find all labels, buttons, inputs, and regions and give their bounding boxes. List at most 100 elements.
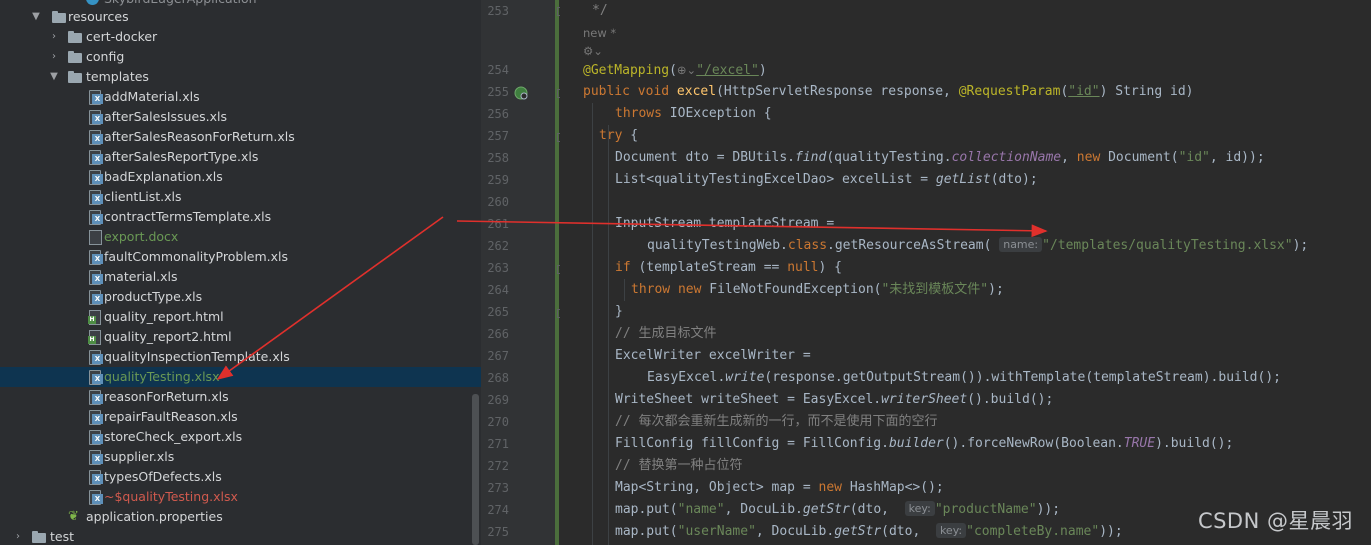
line-number: 269	[487, 393, 509, 407]
tree-item-cert-docker[interactable]: › cert-docker	[0, 27, 481, 47]
excel-file-icon: X	[88, 410, 103, 425]
tree-item-file[interactable]: X afterSalesIssues.xls	[0, 107, 481, 127]
excel-file-icon: X	[88, 490, 103, 505]
tree-item-file[interactable]: X afterSalesReasonForReturn.xls	[0, 127, 481, 147]
code-line[interactable]: // 生成目标文件	[615, 323, 716, 345]
indent-guide	[592, 103, 593, 545]
code-line[interactable]: public void excel(HttpServletResponse re…	[583, 81, 1194, 103]
chevron-right-icon[interactable]: ›	[48, 47, 60, 67]
tree-item-file[interactable]: X supplier.xls	[0, 447, 481, 467]
code-line[interactable]: throws IOException {	[615, 103, 772, 125]
excel-file-icon: X	[88, 290, 103, 305]
tree-item-file[interactable]: X typesOfDefects.xls	[0, 467, 481, 487]
tree-item-file[interactable]: X repairFaultReason.xls	[0, 407, 481, 427]
excel-file-icon: X	[88, 270, 103, 285]
code-line[interactable]: map.put("name", DocuLib.getStr(dto, key:…	[615, 499, 1060, 521]
chevron-down-icon[interactable]: ▼	[48, 67, 60, 87]
tree-item-templates[interactable]: ▼ templates	[0, 67, 481, 87]
code-line[interactable]: Document dto = DBUtils.find(qualityTesti…	[615, 147, 1265, 169]
code-line[interactable]: try {	[599, 125, 638, 147]
tree-item-file[interactable]: X contractTermsTemplate.xls	[0, 207, 481, 227]
code-line[interactable]: ExcelWriter excelWriter =	[615, 345, 811, 367]
excel-file-icon: X	[88, 130, 103, 145]
tree-item-file-selected[interactable]: X qualityTesting.xlsx	[0, 367, 481, 387]
excel-file-icon: X	[88, 110, 103, 125]
line-number: 256	[487, 107, 509, 121]
tree-item-file[interactable]: X afterSalesReportType.xls	[0, 147, 481, 167]
tree-item-file[interactable]: H quality_report.html	[0, 307, 481, 327]
tree-item-file[interactable]: export.docx	[0, 227, 481, 247]
tree-item-file[interactable]: X material.xls	[0, 267, 481, 287]
chevron-right-icon[interactable]: ›	[12, 527, 24, 545]
tree-item-file[interactable]: X productType.xls	[0, 287, 481, 307]
folder-icon	[68, 70, 82, 84]
folder-icon	[52, 10, 66, 24]
excel-file-icon: X	[88, 370, 103, 385]
line-number: 259	[487, 173, 509, 187]
code-line[interactable]: // 替换第一种占位符	[615, 455, 742, 477]
code-line[interactable]: InputStream templateStream =	[615, 213, 834, 235]
code-line[interactable]: throw new FileNotFoundException("未找到模板文件…	[631, 279, 1004, 301]
indent-guide	[624, 279, 625, 301]
excel-file-icon: X	[88, 170, 103, 185]
tree-item-resources[interactable]: ▼ resources	[0, 7, 481, 27]
code-line[interactable]: List<qualityTestingExcelDao> excelList =…	[615, 169, 1038, 191]
document-file-icon	[88, 230, 102, 245]
line-number: 263	[487, 261, 509, 275]
code-line[interactable]: qualityTestingWeb.class.getResourceAsStr…	[647, 235, 1308, 257]
tree-scrollbar[interactable]	[472, 394, 479, 545]
code-line[interactable]: EasyExcel.write(response.getOutputStream…	[647, 367, 1281, 389]
code-line[interactable]: map.put("userName", DocuLib.getStr(dto, …	[615, 521, 1123, 543]
html-file-icon: H	[88, 330, 102, 345]
excel-file-icon: X	[88, 450, 103, 465]
line-number: 254	[487, 63, 509, 77]
line-number: 261	[487, 217, 509, 231]
line-number: 268	[487, 371, 509, 385]
tree-item-file[interactable]: X qualityInspectionTemplate.xls	[0, 347, 481, 367]
web-endpoint-icon[interactable]	[514, 85, 528, 100]
code-line[interactable]: Map<String, Object> map = new HashMap<>(…	[615, 477, 944, 499]
line-number: 258	[487, 151, 509, 165]
code-line[interactable]: if (templateStream == null) {	[615, 257, 842, 279]
tree-item-file[interactable]: X addMaterial.xls	[0, 87, 481, 107]
line-number: 271	[487, 437, 509, 451]
code-line[interactable]: */	[592, 0, 608, 22]
line-number: 260	[487, 195, 509, 209]
code-line[interactable]: WriteSheet writeSheet = EasyExcel.writer…	[615, 389, 1053, 411]
folder-icon	[68, 50, 82, 64]
code-line[interactable]: @GetMapping(⊕⌄"/excel")	[583, 59, 767, 81]
chevron-right-icon[interactable]: ›	[48, 27, 60, 47]
line-number: 266	[487, 327, 509, 341]
excel-file-icon: X	[88, 250, 103, 265]
chevron-down-icon[interactable]: ▼	[30, 7, 42, 27]
tree-item-file[interactable]: X clientList.xls	[0, 187, 481, 207]
excel-file-icon: X	[88, 390, 103, 405]
project-tree: SkybirdEagerApplication ▼ resources › ce…	[0, 0, 481, 545]
excel-file-icon: X	[88, 210, 103, 225]
tree-item-application-properties[interactable]: ❦ application.properties	[0, 507, 481, 527]
line-number: 265	[487, 305, 509, 319]
code-line[interactable]: // 每次都会重新生成新的一行，而不是使用下面的空行	[615, 411, 937, 433]
tree-item-file[interactable]: X ~$qualityTesting.xlsx	[0, 487, 481, 507]
code-line[interactable]: FillConfig fillConfig = FillConfig.build…	[615, 433, 1233, 455]
line-number: 270	[487, 415, 509, 429]
line-number: 267	[487, 349, 509, 363]
indent-guide	[608, 125, 609, 545]
globe-icon: ⊕⌄	[676, 63, 697, 77]
parameter-hint: name:	[999, 237, 1043, 252]
excel-file-icon: X	[88, 150, 103, 165]
tree-item-test[interactable]: › test	[0, 527, 481, 545]
tree-item-file[interactable]: H quality_report2.html	[0, 327, 481, 347]
tree-item-config[interactable]: › config	[0, 47, 481, 67]
parameter-hint: key:	[904, 501, 935, 516]
line-number: 273	[487, 481, 509, 495]
tree-item-file[interactable]: X storeCheck_export.xls	[0, 427, 481, 447]
line-number: 275	[487, 525, 509, 539]
code-line[interactable]: }	[615, 301, 623, 323]
tree-item-file[interactable]: X reasonForReturn.xls	[0, 387, 481, 407]
parameter-hint: key:	[935, 523, 967, 538]
tree-item-file[interactable]: X badExplanation.xls	[0, 167, 481, 187]
line-number: 262	[487, 239, 509, 253]
line-number: 257	[487, 129, 509, 143]
tree-item-file[interactable]: X faultCommonalityProblem.xls	[0, 247, 481, 267]
